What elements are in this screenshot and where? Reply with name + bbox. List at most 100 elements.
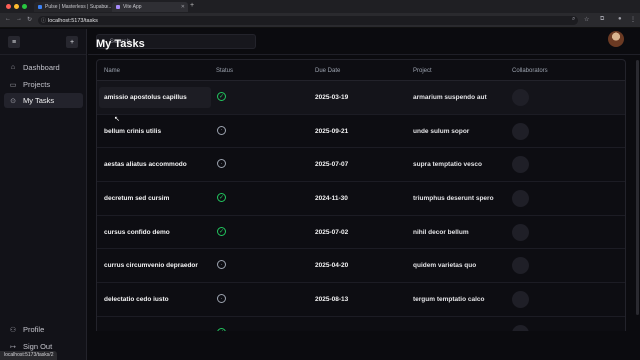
forward-icon[interactable]: → [16,16,22,22]
tab-favicon-icon [38,5,42,9]
browser-toolbar: ← → ↻ ⓘ localhost:5173/tasks ⌕ ☆ ⧉ ● ⋮ [0,13,640,28]
home-icon: ⌂ [10,64,16,71]
collaborator-avatar[interactable] [512,291,529,309]
bookmark-icon[interactable]: ☆ [584,16,589,23]
table-row[interactable]: bellum crinis utilis · 2025-09-21 unde sulu… [97,115,625,149]
tab-title: Pulse | Masterless | Supabu... [45,4,112,10]
pending-circle-icon[interactable]: · [217,260,226,270]
collaborator-avatar[interactable] [512,89,529,106]
extensions-icon[interactable]: ⧉ [600,16,604,23]
column-header-project[interactable]: Project [413,68,432,74]
table-row[interactable]: delectatio cedo iusto · 2025-08-13 tergum t… [97,283,625,317]
due-date: 2025-07-07 [315,161,349,169]
task-name[interactable]: currus circumvenio depraedor [104,262,198,269]
completed-check-icon[interactable]: ✓ [217,92,226,101]
browser-tab-active[interactable]: Vite App ✕ [112,2,188,12]
sidebar-item-label: Sign Out [23,342,53,351]
mouse-cursor-icon: ↖ [114,116,120,123]
link-status-bar: localhost:5173/tasks/2 [0,351,58,360]
top-bar: ⌕ Search ... [88,29,640,55]
site-info-icon[interactable]: ⓘ [41,17,46,24]
back-icon[interactable]: ← [5,16,11,22]
url-text: localhost:5173/tasks [48,17,98,24]
table-row[interactable]: aestas aliatus accommodo · 2025-07-07 supra… [97,148,625,183]
sidebar-item-profile[interactable]: ⚇ Profile [4,322,83,337]
pending-circle-icon[interactable]: · [217,159,226,169]
address-bar[interactable]: ⓘ localhost:5173/tasks [38,16,578,25]
close-tab-icon[interactable]: ✕ [105,4,109,10]
collaborator-avatar[interactable] [512,257,529,275]
tab-favicon-icon [116,5,120,9]
user-icon: ⚇ [9,326,17,334]
plus-icon[interactable]: + [66,36,78,48]
table-row[interactable]: amissio apostolus capillus ✓ 2025-03-19 arm… [97,81,625,115]
due-date: 2025-04-20 [315,262,349,270]
scrollbar[interactable] [636,60,639,315]
avatar[interactable] [608,31,624,47]
close-window-button[interactable] [6,4,11,9]
collaborator-avatar[interactable] [512,223,529,241]
browser-tab[interactable]: Pulse | Masterless | Supabu... ✕ [34,2,112,12]
due-date: 2025-09-21 [315,127,349,135]
task-name[interactable]: amissio apostolus capillus [104,94,187,101]
task-name[interactable]: delectatio cedo iusto [104,296,169,303]
column-header-due-date[interactable]: Due Date [315,68,340,74]
sidebar-item-label: Profile [23,325,45,334]
sidebar-item-label: Dashboard [23,63,60,72]
task-name[interactable]: cursus confido demo [104,229,170,236]
project-name: tergum temptatio calco [413,296,485,304]
tab-title: Vite App [123,4,142,10]
menu-icon[interactable]: ≡ [8,36,20,48]
task-name[interactable]: aestas aliatus accommodo [104,161,187,168]
column-header-status[interactable]: Status [216,68,233,74]
sidebar-item-projects[interactable]: ▭ Projects [4,77,83,92]
collaborator-avatar[interactable] [512,156,529,174]
sidebar-item-label: Projects [23,80,51,89]
completed-check-icon[interactable]: ✓ [217,193,226,203]
due-date: 2025-03-19 [315,94,349,101]
due-date: 2024-11-30 [315,195,348,203]
table-body: amissio apostolus capillus ✓ 2025-03-19 arm… [97,81,625,331]
collaborator-avatar[interactable] [512,190,529,208]
completed-check-icon[interactable]: ✓ [217,327,226,331]
pending-circle-icon[interactable]: · [217,125,226,135]
project-name: supra temptatio vesco [413,161,482,169]
completed-check-icon[interactable]: ✓ [217,226,226,236]
column-header-collaborators[interactable]: Collaborators [512,68,548,74]
collaborator-avatar[interactable] [512,324,529,331]
project-name: nihil decor bellum [413,228,469,236]
sidebar-item-my-tasks[interactable]: ⊙ My Tasks [4,93,83,108]
project-name: triumphus deserunt spero [413,195,494,203]
page-title: My Tasks [96,38,145,50]
column-header-name[interactable]: Name [104,68,120,74]
check-circle-icon: ⊙ [10,97,16,105]
signout-icon: ↦ [10,343,16,351]
due-date: 2025-08-13 [315,296,349,304]
folder-icon: ▭ [9,81,17,89]
close-tab-icon[interactable]: ✕ [181,4,185,10]
table-header: Name Status Due Date Project Collaborato… [97,60,625,81]
zoom-window-button[interactable] [22,4,27,9]
table-row[interactable]: decretum sed cursim ✓ 2024-11-30 triumphus … [97,182,625,216]
table-row[interactable]: ✓ [97,317,625,331]
sidebar: ≡ + ⌂ Dashboard ▭ Projects ⊙ My Tasks ⚇ … [0,29,87,360]
reload-icon[interactable]: ↻ [27,16,32,23]
sidebar-item-dashboard[interactable]: ⌂ Dashboard [4,60,83,75]
zoom-icon[interactable]: ⌕ [572,16,575,23]
browser-menu-icon[interactable]: ⋮ [630,16,636,23]
pending-circle-icon[interactable]: · [217,294,226,304]
sidebar-item-label: My Tasks [23,96,55,105]
table-row[interactable]: cursus confido demo ✓ 2025-07-02 nihil deco… [97,216,625,250]
browser-tab-strip: Pulse | Masterless | Supabu... ✕ Vite Ap… [0,0,640,13]
due-date: 2025-07-02 [315,228,349,236]
project-name: armarium suspendo aut [413,94,487,101]
minimize-window-button[interactable] [14,4,19,9]
task-name[interactable]: bellum crinis utilis [104,128,161,135]
table-row[interactable]: currus circumvenio depraedor · 2025-04-20 q… [97,249,625,284]
tasks-table: Name Status Due Date Project Collaborato… [96,59,626,331]
collaborator-avatar[interactable] [512,122,529,140]
task-name[interactable]: decretum sed cursim [104,195,169,202]
new-tab-icon[interactable]: + [190,2,194,9]
profile-icon[interactable]: ● [618,16,622,22]
project-name: quidem varietas quo [413,262,477,270]
